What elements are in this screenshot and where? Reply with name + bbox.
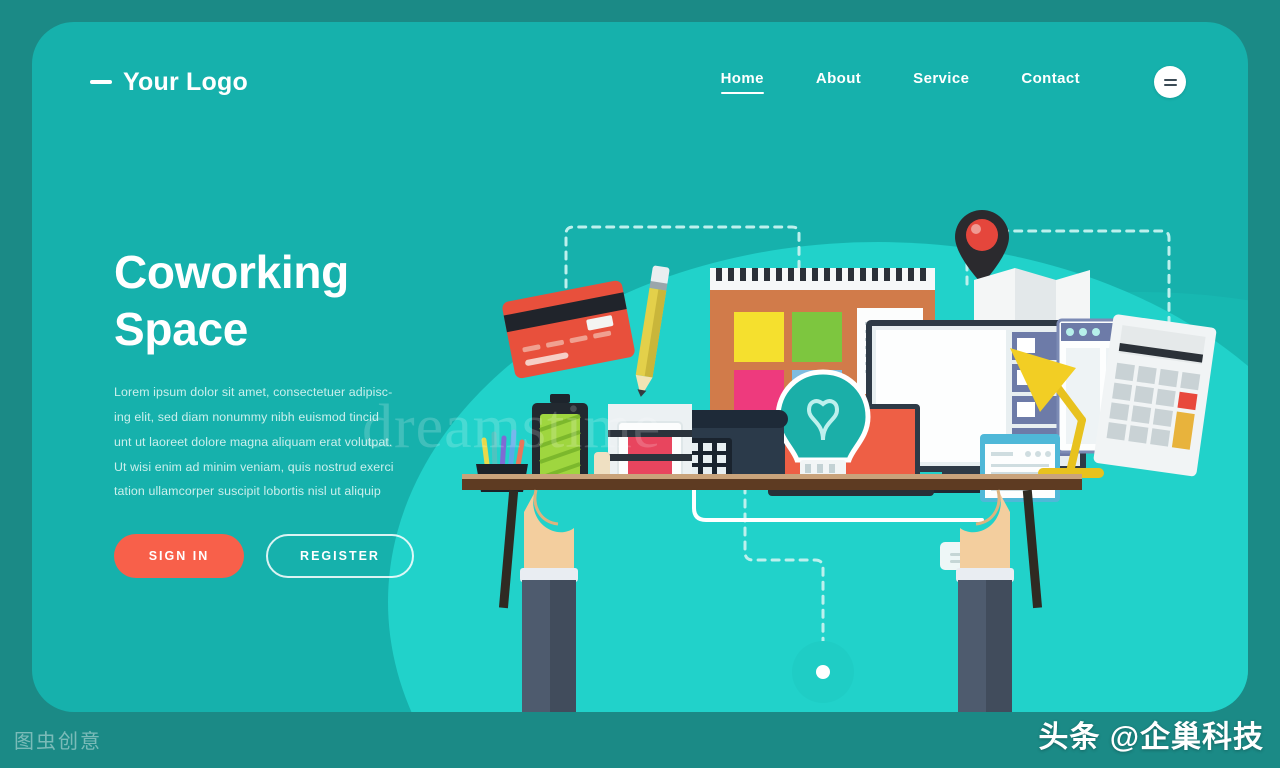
hero-button-row: SIGN IN REGISTER <box>114 534 444 579</box>
paragraph-line: ing elit, sed diam nonummy nibh euismod … <box>114 409 379 424</box>
sign-in-button[interactable]: SIGN IN <box>114 534 244 579</box>
hand-left <box>520 489 578 712</box>
pencil <box>635 265 670 397</box>
headline-line-1: Coworking <box>114 246 349 298</box>
hero-copy: Coworking Space Lorem ipsum dolor sit am… <box>114 244 444 579</box>
nav-item-about[interactable]: About <box>816 70 861 94</box>
site-header: Your Logo Home About Service Contact <box>32 22 1248 142</box>
main-navigation: Home About Service Contact <box>720 66 1186 98</box>
hamburger-line <box>1163 78 1177 81</box>
nav-item-contact[interactable]: Contact <box>1021 70 1080 94</box>
screenshot-root: Your Logo Home About Service Contact Cow… <box>0 0 1280 768</box>
watermark-bottom-right: 头条 @企巢科技 <box>1038 721 1264 754</box>
hamburger-icon[interactable] <box>1154 66 1186 98</box>
logo-text: Your Logo <box>123 67 248 96</box>
sticky-note-green <box>792 312 842 362</box>
hero-paragraph: Lorem ipsum dolor sit amet, consectetuer… <box>114 380 444 504</box>
nav-item-home[interactable]: Home <box>720 70 765 94</box>
headline-line-2: Space <box>114 303 249 356</box>
watermark-bottom-left: 图虫创意 <box>14 731 102 753</box>
hero-card: Your Logo Home About Service Contact Cow… <box>32 22 1248 712</box>
credit-card <box>502 280 635 379</box>
calculator <box>1093 314 1217 477</box>
page-title: Coworking Space <box>114 244 444 358</box>
sticky-note-yellow <box>734 312 784 362</box>
paragraph-line: tation ullamcorper suscipit lobortis nis… <box>114 484 381 499</box>
paragraph-line: Lorem ipsum dolor sit amet, consectetuer… <box>114 385 393 400</box>
dashed-connector-bottom <box>743 470 825 644</box>
nav-item-service[interactable]: Service <box>913 70 969 94</box>
coworking-desk-illustration <box>462 172 1222 712</box>
register-button[interactable]: REGISTER <box>266 534 414 579</box>
shirt-cuff-right <box>956 568 1014 582</box>
paragraph-line: Ut wisi enim ad minim veniam, quis nostr… <box>114 459 394 474</box>
smartphone <box>608 404 692 487</box>
hamburger-line <box>1163 83 1177 86</box>
dash-icon <box>90 80 112 84</box>
hand-right <box>956 489 1014 712</box>
paragraph-line: unt ut laoreet dolore magna aliquam erat… <box>114 434 393 449</box>
logo[interactable]: Your Logo <box>90 68 248 97</box>
cable-node <box>792 641 854 703</box>
shirt-cuff-left <box>520 568 578 582</box>
